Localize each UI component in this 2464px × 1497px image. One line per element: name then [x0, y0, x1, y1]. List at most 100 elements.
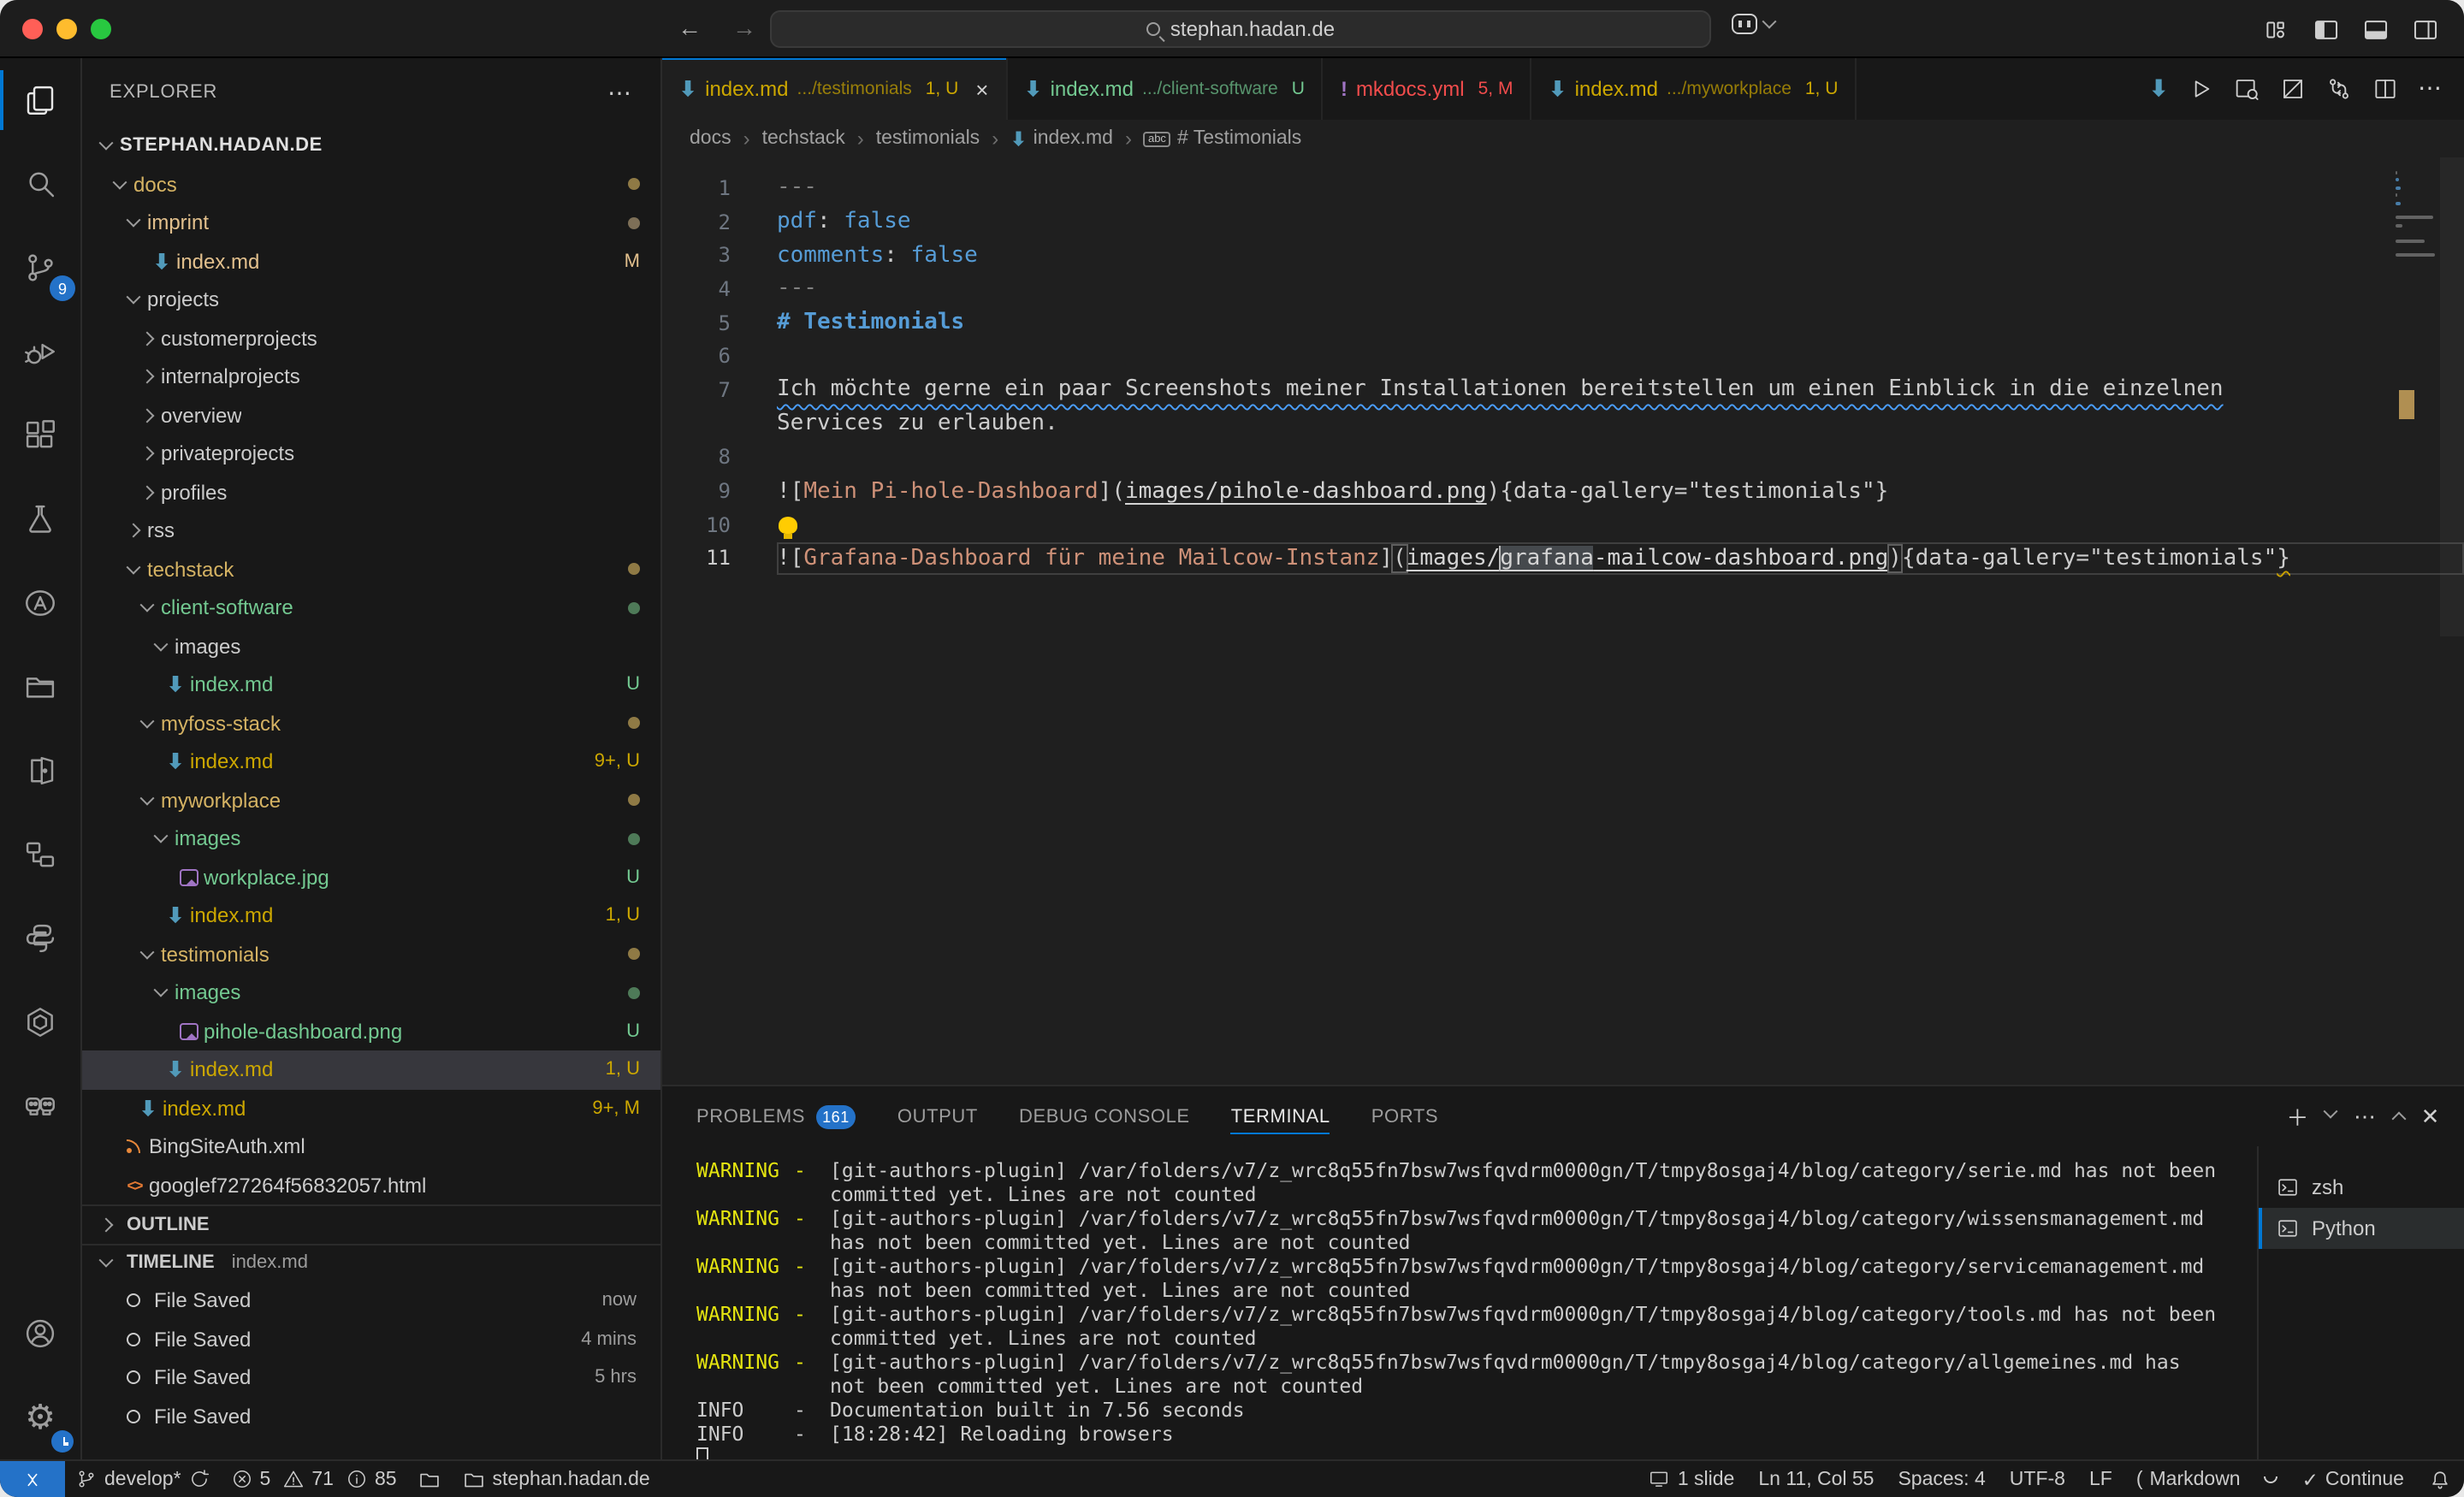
- activity-item-python-extension[interactable]: [0, 896, 80, 980]
- tree-item-client-software[interactable]: client-software: [82, 589, 660, 627]
- command-center[interactable]: stephan.hadan.de: [770, 10, 1711, 48]
- close-window-button[interactable]: [22, 19, 43, 39]
- scrollbar[interactable]: [2440, 157, 2464, 636]
- terminal-instance-zsh[interactable]: zsh: [2259, 1167, 2464, 1208]
- activity-item-hexagon-extension[interactable]: [0, 980, 80, 1064]
- activity-item-search[interactable]: [0, 142, 80, 226]
- tree-item-pihole-dashboard.png[interactable]: pihole-dashboard.pngU: [82, 1012, 660, 1050]
- status-notifications[interactable]: [2416, 1461, 2464, 1497]
- forward-icon[interactable]: →: [726, 14, 763, 41]
- tree-item-privateprojects[interactable]: privateprojects: [82, 435, 660, 473]
- timeline-item[interactable]: File Saved4 mins: [82, 1320, 660, 1358]
- breadcrumb-item-testimonials[interactable]: testimonials: [876, 128, 980, 149]
- timeline-section[interactable]: TIMELINE index.md: [82, 1243, 660, 1281]
- open-changes-button[interactable]: [2325, 75, 2353, 103]
- activity-item-faces-extension[interactable]: [0, 1064, 80, 1148]
- activity-item-explorer[interactable]: [0, 58, 80, 142]
- toggle-primary-sidebar-icon[interactable]: [2312, 15, 2341, 44]
- tree-item-docs[interactable]: docs: [82, 165, 660, 204]
- tree-item-images[interactable]: images: [82, 973, 660, 1012]
- workspace-folder-item[interactable]: [407, 1461, 452, 1497]
- tree-item-profiles[interactable]: profiles: [82, 473, 660, 512]
- slides-preview-button[interactable]: [2279, 75, 2307, 103]
- toggle-panel-icon[interactable]: [2361, 15, 2390, 44]
- tab-index.md[interactable]: ⬇index.md.../client-softwareU: [1007, 58, 1323, 120]
- tree-item-BingSiteAuth.xml[interactable]: BingSiteAuth.xml: [82, 1127, 660, 1166]
- more-actions-button[interactable]: ⋯: [2418, 74, 2443, 104]
- tree-item-myworkplace[interactable]: myworkplace: [82, 781, 660, 820]
- tree-item-techstack[interactable]: techstack: [82, 550, 660, 589]
- activity-item-extensions[interactable]: [0, 393, 80, 477]
- status-marp-slides[interactable]: 1 slide: [1637, 1461, 1747, 1497]
- tree-item-images[interactable]: images: [82, 820, 660, 858]
- status-continue[interactable]: ✓Continue: [2290, 1461, 2416, 1497]
- tree-root[interactable]: STEPHAN.HADAN.DE: [82, 127, 660, 165]
- tree-item-index.md[interactable]: ⬇index.md9+, M: [82, 1089, 660, 1127]
- toggle-secondary-sidebar-icon[interactable]: [2411, 15, 2440, 44]
- editor[interactable]: 1---2pdf: false3comments: false4---5# Te…: [662, 157, 2464, 1085]
- git-branch-item[interactable]: develop*: [65, 1461, 221, 1497]
- close-icon[interactable]: ×: [975, 76, 988, 102]
- panel-tab-problems[interactable]: PROBLEMS161: [696, 1086, 856, 1146]
- timeline-item[interactable]: File Saved: [82, 1397, 660, 1435]
- panel-tab-debug-console[interactable]: DEBUG CONSOLE: [1019, 1086, 1190, 1146]
- code-line-4[interactable]: 4---: [662, 272, 2464, 305]
- split-editor-button[interactable]: [2372, 75, 2399, 103]
- tree-item-images[interactable]: images: [82, 627, 660, 666]
- problems-item[interactable]: 5 71 85: [221, 1461, 407, 1497]
- activity-item-source-control[interactable]: 9: [0, 226, 80, 310]
- zoom-window-button[interactable]: [91, 19, 111, 39]
- code-line-11[interactable]: 11![Grafana-Dashboard für meine Mailcow-…: [662, 541, 2464, 575]
- launch-profile-icon[interactable]: [2324, 1104, 2338, 1119]
- tree-item-index.md[interactable]: ⬇index.md1, U: [82, 1050, 660, 1089]
- breadcrumb-item-techstack[interactable]: techstack: [762, 128, 845, 149]
- tree-item-index.md[interactable]: ⬇index.mdM: [82, 242, 660, 281]
- tree-item-overview[interactable]: overview: [82, 396, 660, 435]
- tree-item-customerprojects[interactable]: customerprojects: [82, 319, 660, 358]
- new-terminal-button[interactable]: ＋: [2286, 1100, 2309, 1133]
- activity-item-accounts[interactable]: [0, 1292, 80, 1376]
- status-encoding[interactable]: UTF-8: [1998, 1461, 2077, 1497]
- activity-item-door-extension[interactable]: [0, 729, 80, 813]
- activity-item-a-circle-extension[interactable]: [0, 561, 80, 645]
- panel-tab-output[interactable]: OUTPUT: [897, 1086, 978, 1146]
- code-line-1[interactable]: 1---: [662, 171, 2464, 204]
- panel-tab-terminal[interactable]: TERMINAL: [1231, 1086, 1330, 1146]
- minimize-window-button[interactable]: [56, 19, 77, 39]
- tab-index.md[interactable]: ⬇index.md.../testimonials1, U×: [662, 58, 1007, 120]
- code-line-wrap[interactable]: Services zu erlauben.: [662, 407, 2464, 441]
- activity-item-testing[interactable]: [0, 477, 80, 561]
- status-cursor-position[interactable]: Ln 11, Col 55: [1746, 1461, 1886, 1497]
- terminal-output[interactable]: WARNING-[git-authors-plugin] /var/folder…: [662, 1146, 2257, 1459]
- breadcrumb-item--Testimonials[interactable]: abc# Testimonials: [1144, 128, 1301, 149]
- site-item[interactable]: stephan.hadan.de: [452, 1461, 660, 1497]
- status-language-mode[interactable]: (Markdown: [2124, 1461, 2253, 1497]
- code-line-5[interactable]: 5# Testimonials: [662, 306, 2464, 340]
- tree-item-index.md[interactable]: ⬇index.md1, U: [82, 896, 660, 935]
- code-line-3[interactable]: 3comments: false: [662, 239, 2464, 272]
- open-preview-side-button[interactable]: [2233, 75, 2260, 103]
- tree-item-internalprojects[interactable]: internalprojects: [82, 358, 660, 396]
- close-panel-icon[interactable]: ✕: [2421, 1103, 2440, 1130]
- code-line-2[interactable]: 2pdf: false: [662, 204, 2464, 238]
- outline-section[interactable]: OUTLINE: [82, 1204, 660, 1243]
- activity-item-flowchart-extension[interactable]: [0, 813, 80, 896]
- markdown-preview-button[interactable]: ⬇: [2149, 74, 2168, 104]
- activity-item-project-folder-extension[interactable]: [0, 645, 80, 729]
- tree-item-myfoss-stack[interactable]: myfoss-stack: [82, 704, 660, 743]
- customize-layout-icon[interactable]: [2262, 15, 2291, 44]
- breadcrumb-item-index-md[interactable]: ⬇index.md: [1010, 127, 1113, 150]
- tab-index.md[interactable]: ⬇index.md.../myworkplace1, U: [1531, 58, 1857, 120]
- code-line-8[interactable]: 8: [662, 441, 2464, 474]
- tree-item-imprint[interactable]: imprint: [82, 204, 660, 242]
- timeline-item[interactable]: File Saved5 hrs: [82, 1358, 660, 1397]
- code-line-10[interactable]: 10: [662, 508, 2464, 541]
- tree-item-index.md[interactable]: ⬇index.mdU: [82, 666, 660, 704]
- code-line-6[interactable]: 6: [662, 340, 2464, 373]
- activity-item-settings[interactable]: ⚙: [0, 1376, 80, 1459]
- panel-more-icon[interactable]: ⋯: [2354, 1103, 2377, 1130]
- code-line-7[interactable]: 7Ich möchte gerne ein paar Screenshots m…: [662, 373, 2464, 406]
- back-icon[interactable]: ←: [671, 14, 708, 41]
- run-button[interactable]: [2187, 75, 2214, 103]
- explorer-more-icon[interactable]: ⋯: [607, 78, 633, 107]
